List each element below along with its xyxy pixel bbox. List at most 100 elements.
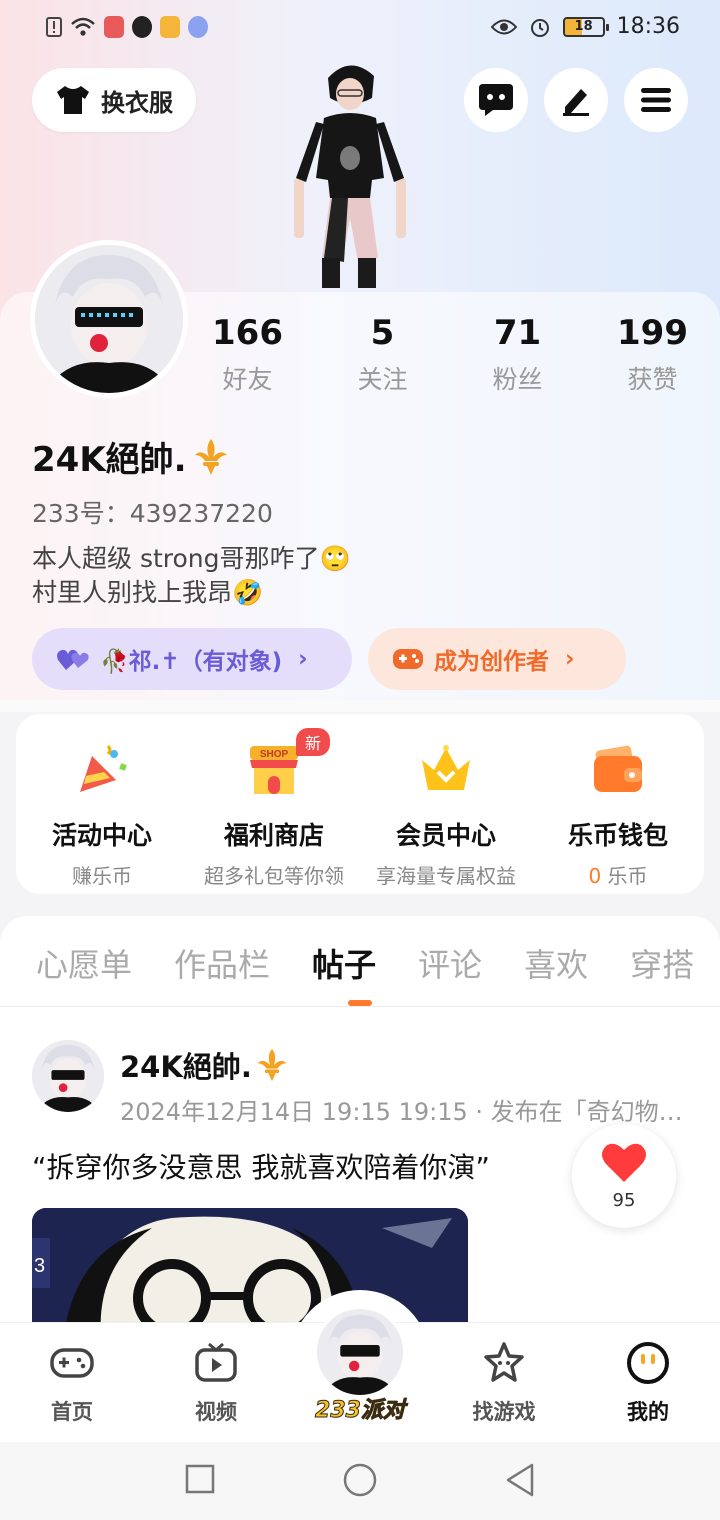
chevron-right-icon: › — [565, 646, 575, 672]
menu-button[interactable] — [624, 68, 688, 132]
stat-label: 好友 — [222, 365, 273, 394]
new-badge: 新 — [296, 728, 331, 756]
chat-icon — [479, 84, 513, 116]
nav-label: 视频 — [195, 1400, 237, 1424]
tab-posts[interactable]: 帖子 — [312, 940, 376, 986]
edit-profile-button[interactable] — [544, 68, 608, 132]
alert-icon — [46, 17, 62, 37]
battery-icon: 18 — [562, 16, 609, 37]
tab-wishlist[interactable]: 心愿单 — [36, 940, 132, 986]
stat-label: 粉丝 — [492, 365, 543, 394]
relationship-label: 🥀祁.✝（有对象) — [100, 649, 283, 675]
service-subtitle: 0 乐币 — [532, 860, 704, 889]
eye-icon — [490, 19, 517, 34]
stat-value: 166 — [212, 313, 283, 353]
nav-label: 首页 — [51, 1400, 93, 1424]
stat-value: 71 — [493, 313, 542, 353]
chevron-right-icon: › — [298, 646, 308, 672]
become-creator-pill[interactable]: 成为创作者 › — [368, 628, 626, 690]
floating-like-button[interactable]: 95 — [572, 1124, 676, 1228]
tab-likes[interactable]: 喜欢 — [524, 940, 588, 986]
service-vip-center[interactable]: 会员中心 享海量专属权益 — [360, 714, 532, 894]
avatar-image — [32, 1040, 104, 1112]
shirt-icon — [57, 86, 89, 114]
tab-works[interactable]: 作品栏 — [174, 940, 270, 986]
divider — [0, 1006, 720, 1007]
wallet-icon — [594, 745, 642, 792]
service-wallet[interactable]: 乐币钱包 0 乐币 — [532, 714, 704, 894]
tab-outfits[interactable]: 穿搭 — [630, 940, 694, 986]
service-welfare-shop[interactable]: SHOP 福利商店 超多礼包等你领 — [188, 714, 360, 894]
stat-following[interactable]: 5 关注 — [315, 308, 450, 396]
chat-button[interactable] — [464, 68, 528, 132]
heart-icon — [602, 1143, 646, 1182]
tv-icon — [195, 1342, 237, 1382]
stat-likes[interactable]: 199 获赞 — [585, 308, 720, 396]
crown-icon — [422, 745, 470, 790]
service-subtitle: 赚乐币 — [72, 864, 132, 888]
avatar-image — [35, 245, 183, 393]
nav-video[interactable]: 视频 — [166, 1340, 266, 1426]
profile-tabs: 心愿单 作品栏 帖子 评论 喜欢 穿搭 — [36, 940, 694, 986]
stat-value: 5 — [370, 313, 395, 353]
home-circle-icon[interactable] — [342, 1462, 378, 1498]
nav-find-games[interactable]: 找游戏 — [454, 1340, 554, 1426]
service-title: 乐币钱包 — [567, 821, 668, 850]
nav-me[interactable]: 我的 — [598, 1340, 698, 1426]
alarm-icon — [530, 18, 549, 37]
video-app-icon — [160, 16, 180, 38]
tab-comments[interactable]: 评论 — [418, 940, 482, 986]
menu-icon — [641, 88, 671, 112]
image-edge-text: 3 — [34, 1255, 45, 1277]
change-outfit-label: 换衣服 — [101, 88, 173, 117]
username-text: 24K絕帥. — [32, 440, 187, 480]
status-bar: 18 18:36 — [0, 0, 720, 56]
nav-home[interactable]: 首页 — [22, 1340, 122, 1426]
gamepad-icon — [393, 649, 423, 669]
post-meta: 2024年12月14日 19:15 19:15 · 发布在「奇幻物语」 — [120, 1098, 706, 1126]
gamepad-icon — [50, 1348, 94, 1378]
fleur-de-lis-icon — [257, 1048, 287, 1082]
stat-followers[interactable]: 71 粉丝 — [450, 308, 585, 396]
app-icon — [104, 16, 124, 38]
user-id[interactable]: 233号：439237220 — [32, 494, 273, 530]
recent-apps-icon[interactable] — [184, 1462, 216, 1496]
post-author-text: 24K絕帥. — [120, 1050, 252, 1084]
post-author-avatar[interactable] — [32, 1040, 104, 1112]
post-author-name[interactable]: 24K絕帥. — [120, 1044, 290, 1086]
party-popper-icon — [80, 744, 127, 792]
music-icon — [188, 16, 208, 38]
change-outfit-button[interactable]: 换衣服 — [32, 68, 196, 132]
service-subtitle: 享海量专属权益 — [376, 864, 516, 888]
profile-username: 24K絕帥. — [32, 432, 231, 481]
avatar-image — [317, 1309, 403, 1395]
profile-stats: 166 好友 5 关注 71 粉丝 199 获赞 — [180, 308, 720, 396]
wallet-balance: 0 — [588, 864, 602, 888]
profile-avatar[interactable] — [30, 240, 188, 398]
nav-label: 我的 — [627, 1400, 669, 1424]
clock: 18:36 — [616, 14, 680, 39]
avatar-3d-figure[interactable] — [288, 58, 412, 294]
fleur-de-lis-icon — [194, 438, 227, 475]
stat-label: 获赞 — [627, 365, 678, 394]
service-title: 活动中心 — [51, 821, 152, 850]
tiktok-icon — [132, 16, 152, 38]
wifi-icon — [71, 17, 95, 36]
nav-party-avatar[interactable] — [314, 1306, 406, 1398]
relationship-pill[interactable]: 🥀祁.✝（有对象) › — [32, 628, 352, 690]
back-triangle-icon[interactable] — [504, 1462, 536, 1498]
service-title: 福利商店 — [223, 821, 324, 850]
nav-party-label[interactable]: 233派对 — [300, 1392, 420, 1424]
stat-value: 199 — [617, 313, 688, 353]
services-grid: 活动中心 赚乐币 SHOP 福利商店 超多礼包等你领 会员中心 享海量专属权益 … — [16, 714, 704, 894]
become-creator-label: 成为创作者 — [434, 649, 549, 675]
smile-face-icon — [627, 1342, 669, 1384]
stat-friends[interactable]: 166 好友 — [180, 308, 315, 396]
service-title: 会员中心 — [395, 821, 496, 850]
shop-icon: SHOP — [250, 746, 298, 794]
edit-icon — [563, 89, 589, 116]
stat-label: 关注 — [357, 365, 408, 394]
service-activity-center[interactable]: 活动中心 赚乐币 — [16, 714, 188, 894]
svg-text:SHOP: SHOP — [260, 749, 289, 760]
post-text[interactable]: “拆穿你多没意思 我就喜欢陪着你演” — [32, 1146, 490, 1186]
